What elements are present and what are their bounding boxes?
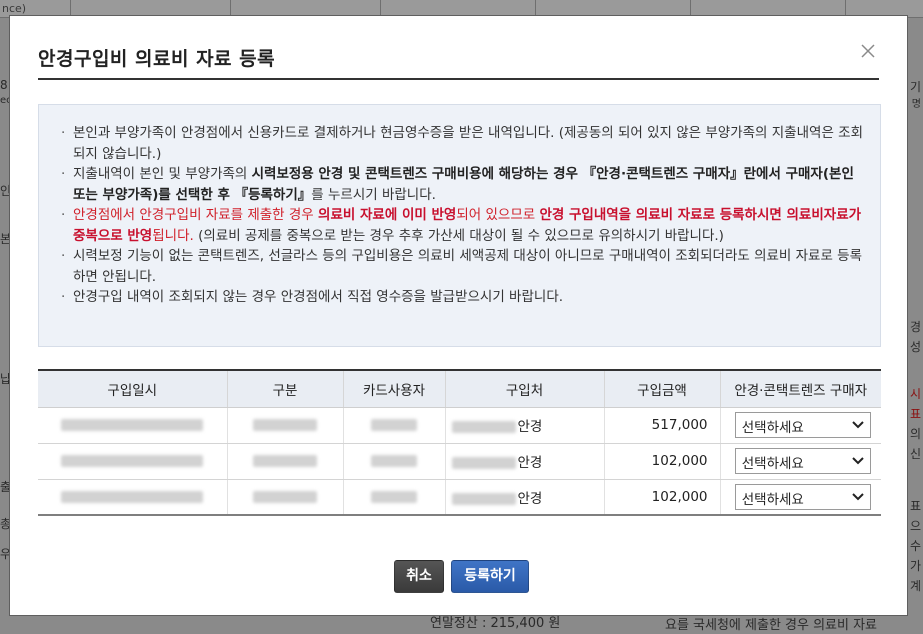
background-right-fragment: 의 <box>909 427 921 441</box>
table-row: 안경 102,000 선택하세요 <box>38 479 881 516</box>
vendor-name: 안경 <box>517 419 543 435</box>
background-right-fragment: 명 <box>911 99 921 110</box>
card-user-cell <box>343 407 446 444</box>
notice-warning-text: 되어 있으므로 <box>456 207 540 223</box>
background-right-fragment: 계 <box>909 579 921 593</box>
column-header-vendor: 구입처 <box>445 370 605 408</box>
background-right-fragment: 표 <box>909 407 921 421</box>
amount-cell: 102,000 <box>604 443 721 480</box>
amount-cell: 517,000 <box>604 407 721 444</box>
notice-text: (의료비 공제를 중복으로 받는 경우 추후 가산세 대상이 될 수 있으므로 … <box>193 227 724 244</box>
vendor-name: 안경 <box>517 490 543 507</box>
card-user-cell <box>343 443 446 480</box>
vendor-cell: 안경 <box>445 443 605 480</box>
background-bottom-text: 요를 국세청에 제출한 경우 의료비 자료 <box>665 618 878 633</box>
register-button[interactable]: 등록하기 <box>451 560 529 593</box>
redacted-value <box>61 419 204 431</box>
vendor-cell: 안경 <box>445 479 605 516</box>
buyer-select-value: 선택하세요 <box>741 456 804 472</box>
column-header-buyer: 안경·콘택트렌즈 구매자 <box>720 370 881 408</box>
buyer-select[interactable]: 선택하세요 <box>734 448 871 474</box>
redacted-value <box>451 421 516 433</box>
column-header-amount: 구입금액 <box>604 370 721 408</box>
purchase-date-cell <box>38 407 228 444</box>
column-header-purchase-date: 구입일시 <box>38 370 228 408</box>
category-cell <box>227 443 344 480</box>
buyer-cell: 선택하세요 <box>720 479 881 516</box>
notice-item-warning: 안경점에서 안경구입비 자료를 제출한 경우 의료비 자료에 이미 반영되어 있… <box>61 205 868 246</box>
card-user-cell <box>343 479 446 516</box>
notice-item: 시력보정 기능이 없는 콘택트렌즈, 선글라스 등의 구입비용은 의료비 세액공… <box>61 246 868 287</box>
background-right-fragment: 수 <box>909 539 921 553</box>
category-cell <box>227 407 344 444</box>
background-right-fragment: 성 <box>909 340 921 354</box>
buyer-select[interactable]: 선택하세요 <box>734 483 871 510</box>
redacted-value <box>371 455 417 467</box>
vendor-name: 안경 <box>517 455 543 471</box>
notice-text: 지출내역이 본인 및 부양가족의 <box>73 166 252 182</box>
buyer-select-value: 선택하세요 <box>741 491 804 508</box>
redacted-value <box>371 490 417 503</box>
notice-item: 지출내역이 본인 및 부양가족의 시력보정용 안경 및 콘택트렌즈 구매비용에 … <box>61 164 868 205</box>
redacted-value <box>371 419 417 431</box>
chevron-down-icon <box>852 493 864 501</box>
background-right-fragment: 경 <box>909 320 921 334</box>
eyeglass-medical-expense-modal: 안경구입비 의료비 자료 등록 본인과 부양가족이 안경점에서 신용카드로 결제… <box>9 15 908 616</box>
chevron-down-icon <box>852 421 864 429</box>
redacted-value <box>61 455 204 467</box>
notice-item: 안경구입 내역이 조회되지 않는 경우 안경점에서 직접 영수증을 발급받으시기… <box>61 287 868 308</box>
purchase-date-cell <box>38 443 228 480</box>
redacted-value <box>253 419 317 431</box>
amount-cell: 102,000 <box>604 479 721 516</box>
notice-text: 본인과 부양가족이 안경점에서 신용카드로 결제하거나 현금영수증을 받은 내역… <box>73 125 863 162</box>
redacted-value <box>253 455 317 467</box>
notice-box: 본인과 부양가족이 안경점에서 신용카드로 결제하거나 현금영수증을 받은 내역… <box>38 104 881 347</box>
buyer-select[interactable]: 선택하세요 <box>734 412 871 438</box>
background-right-fragment: 기 <box>909 80 921 94</box>
background-right-fragment: 표 <box>909 499 921 513</box>
notice-warning-emphasis: 의료비 자료에 이미 반영 <box>318 207 457 223</box>
background-right-fragment: 신 <box>909 447 921 461</box>
purchase-date-cell <box>38 479 228 516</box>
buyer-cell: 선택하세요 <box>720 407 881 444</box>
redacted-value <box>451 457 516 469</box>
notice-text: 시력보정 기능이 없는 콘택트렌즈, 선글라스 등의 구입비용은 의료비 세액공… <box>73 248 863 285</box>
table-header-row: 구입일시 구분 카드사용자 구입처 구입금액 안경·콘택트렌즈 구매자 <box>38 370 881 408</box>
notice-item: 본인과 부양가족이 안경점에서 신용카드로 결제하거나 현금영수증을 받은 내역… <box>61 123 868 164</box>
purchase-table: 구입일시 구분 카드사용자 구입처 구입금액 안경·콘택트렌즈 구매자 안경 5… <box>38 369 881 516</box>
category-cell <box>227 479 344 516</box>
buyer-select-value: 선택하세요 <box>741 420 804 436</box>
close-icon <box>861 44 875 58</box>
cancel-button[interactable]: 취소 <box>394 560 444 593</box>
background-header-fragment: nce) <box>2 2 27 15</box>
close-button[interactable] <box>857 40 879 62</box>
notice-text: 를 누르시기 바랍니다. <box>311 186 436 203</box>
notice-warning-text: 안경점에서 안경구입비 자료를 제출한 경우 <box>73 207 319 223</box>
table-row: 안경 102,000 선택하세요 <box>38 443 881 480</box>
redacted-value <box>61 490 204 503</box>
modal-title: 안경구입비 의료비 자료 등록 <box>38 48 276 70</box>
column-header-card-user: 카드사용자 <box>343 370 446 408</box>
redacted-value <box>451 492 516 505</box>
background-right-fragment: 시 <box>909 387 921 401</box>
background-left-fragment: 8 <box>0 78 8 92</box>
chevron-down-icon <box>852 457 864 465</box>
vendor-cell: 안경 <box>445 407 605 444</box>
redacted-value <box>253 490 317 503</box>
buyer-cell: 선택하세요 <box>720 443 881 480</box>
table-row: 안경 517,000 선택하세요 <box>38 407 881 444</box>
background-right-fragment: 으 <box>909 519 921 533</box>
modal-header: 안경구입비 의료비 자료 등록 <box>38 38 879 80</box>
notice-text: 안경구입 내역이 조회되지 않는 경우 안경점에서 직접 영수증을 발급받으시기… <box>73 289 564 305</box>
notice-list: 본인과 부양가족이 안경점에서 신용카드로 결제하거나 현금영수증을 받은 내역… <box>61 123 868 308</box>
notice-warning-text: 됩니다. <box>152 227 194 244</box>
column-header-category: 구분 <box>227 370 344 408</box>
background-right-fragment: 가 <box>909 559 921 573</box>
